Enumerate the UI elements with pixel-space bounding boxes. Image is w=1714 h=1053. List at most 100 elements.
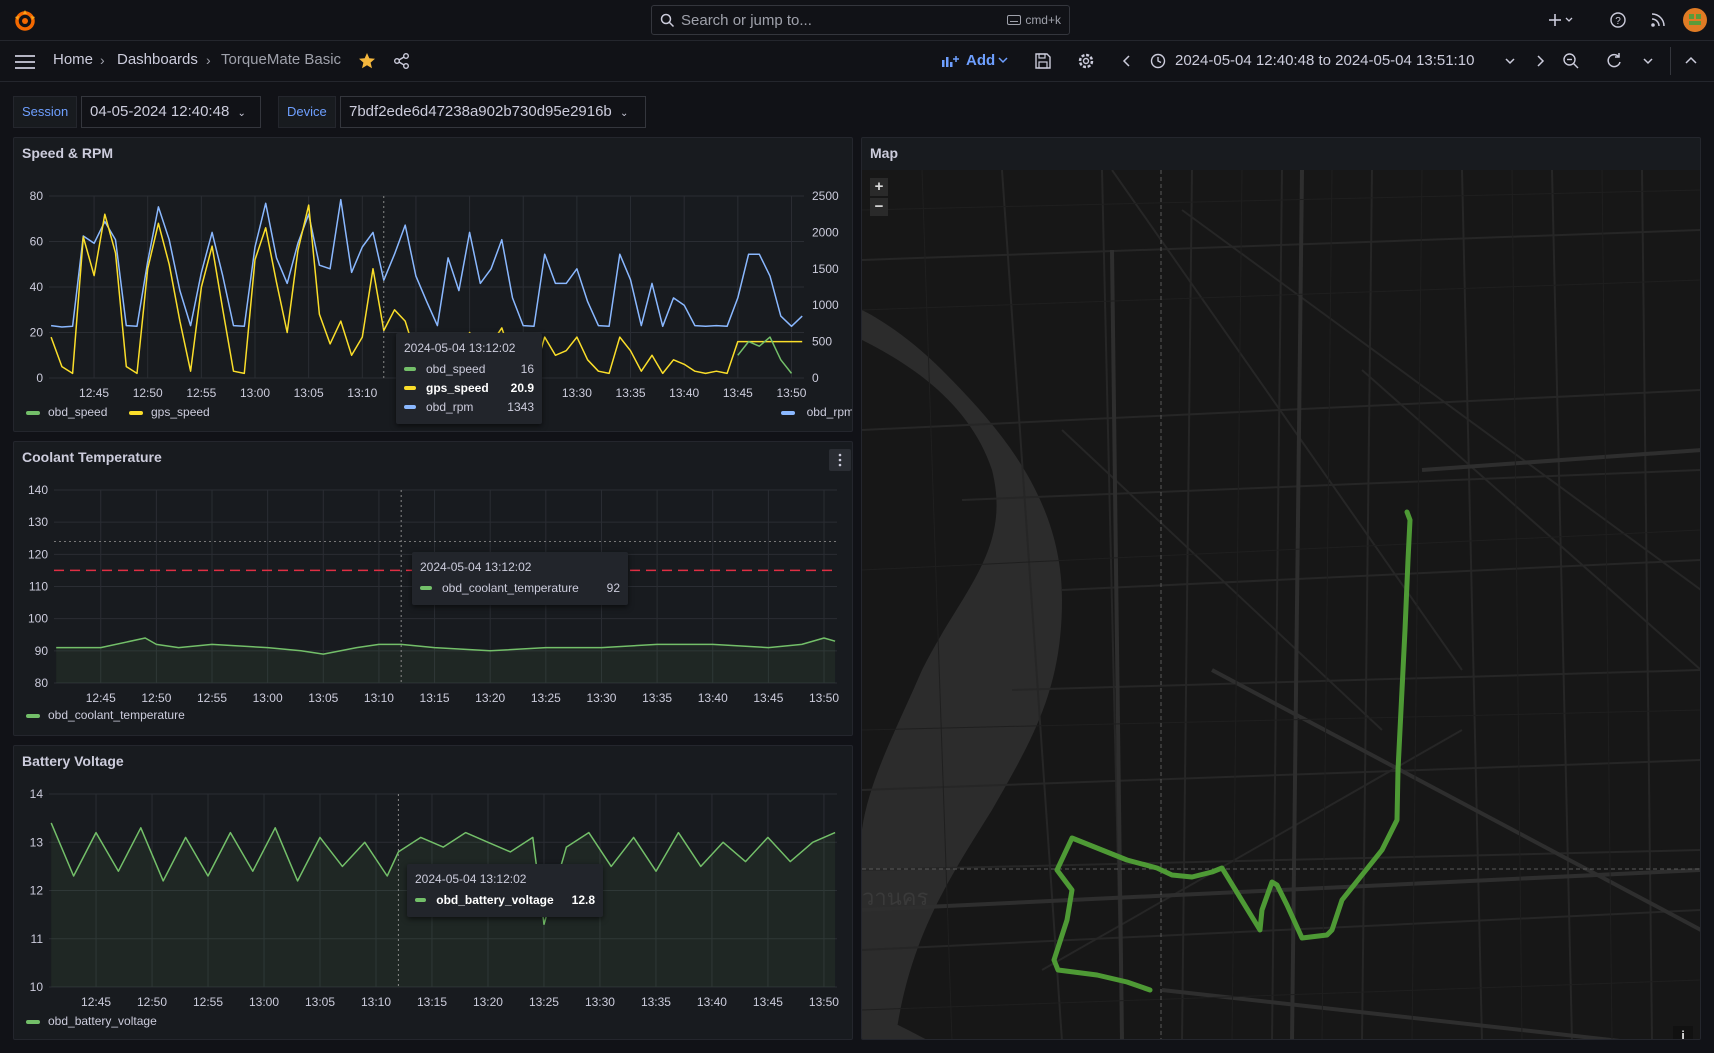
device-variable-label: Device	[278, 96, 336, 128]
x-tick-label: 13:50	[809, 691, 839, 705]
legend-swatch	[129, 411, 143, 415]
refresh-icon[interactable]	[1605, 52, 1623, 70]
chevron-down-icon[interactable]	[1643, 57, 1653, 65]
save-icon[interactable]	[1034, 52, 1052, 70]
y-tick-label: 100	[28, 612, 48, 626]
x-tick-label: 12:50	[133, 386, 163, 400]
map-zoom-out-button[interactable]: −	[870, 198, 888, 216]
y-tick-label: 140	[28, 483, 48, 497]
legend-label-gps_speed: gps_speed	[151, 405, 210, 419]
battery-voltage-panel[interactable]: Battery Voltage 10 11 12 13 14 12:45 12:50 12:5…	[13, 745, 853, 1040]
x-tick-label: 13:20	[473, 995, 503, 1009]
x-tick-label: 13:05	[308, 691, 338, 705]
news-rss-icon[interactable]	[1648, 10, 1668, 30]
map-panel[interactable]: Map วานคร + − i	[861, 137, 1701, 1040]
search-input[interactable]: Search or jump to... cmd+k	[651, 5, 1070, 35]
y2-tick-label: 2000	[812, 225, 839, 239]
tooltip-row: obd_coolant_temperature 92	[420, 578, 620, 597]
map-canvas[interactable]: วานคร + − i	[862, 170, 1700, 1039]
y-tick-label: 90	[35, 644, 49, 658]
x-tick-label: 13:10	[361, 995, 391, 1009]
breadcrumb-separator-icon: ›	[100, 52, 105, 68]
svg-text:?: ?	[1615, 16, 1621, 27]
legend-label-obd_battery_voltage: obd_battery_voltage	[48, 1014, 157, 1028]
breadcrumb-home[interactable]: Home	[53, 51, 93, 68]
y-tick-label: 110	[29, 580, 48, 594]
y-tick-label: 130	[28, 515, 48, 529]
tooltip-value: 16	[520, 361, 534, 376]
speed-rpm-panel[interactable]: Speed & RPM 0 20 40 60 80 0 500 1000 1500 2000 250…	[13, 137, 853, 432]
x-tick-label: 13:50	[809, 995, 839, 1009]
legend-swatch	[26, 714, 40, 718]
x-tick-label: 13:45	[753, 691, 783, 705]
x-tick-label: 13:30	[562, 386, 592, 400]
y-tick-label: 10	[30, 980, 44, 994]
chevron-down-icon: ⌄	[237, 108, 246, 119]
x-tick-label: 13:25	[529, 995, 559, 1009]
x-tick-label: 13:15	[417, 995, 447, 1009]
share-icon[interactable]	[393, 52, 411, 70]
map-zoom-in-button[interactable]: +	[870, 178, 888, 196]
legend-label-obd_coolant_temperature: obd_coolant_temperature	[48, 708, 185, 722]
x-tick-label: 13:15	[420, 691, 450, 705]
time-range-picker[interactable]: 2024-05-04 12:40:48 to 2024-05-04 13:51:…	[1175, 52, 1474, 69]
time-shift-back-icon[interactable]	[1122, 55, 1132, 67]
x-tick-label: 13:35	[641, 995, 671, 1009]
y2-tick-label: 0	[812, 371, 819, 385]
add-button[interactable]: Add	[966, 52, 995, 69]
tooltip-value: 92	[606, 580, 620, 595]
session-variable-select[interactable]: 04-05-2024 12:40:48 ⌄	[81, 96, 261, 128]
star-icon[interactable]	[358, 52, 376, 70]
coolant-temperature-panel[interactable]: Coolant Temperature 80 90 100 110 120 130 140 1…	[13, 441, 853, 736]
tooltip-time: 2024-05-04 13:12:02	[415, 872, 527, 886]
gps-route-line	[1051, 509, 1413, 993]
x-tick-label: 13:10	[364, 691, 394, 705]
tooltip-series-name: gps_speed	[426, 380, 489, 395]
session-variable-label: Session	[13, 96, 78, 128]
chevron-up-icon[interactable]	[1685, 56, 1697, 64]
chevron-down-icon[interactable]	[1505, 57, 1515, 65]
x-tick-label: 13:00	[249, 995, 279, 1009]
x-tick-label: 12:55	[197, 691, 227, 705]
settings-gear-icon[interactable]	[1077, 52, 1095, 70]
help-icon[interactable]: ?	[1608, 10, 1628, 30]
tooltip-swatch	[404, 385, 416, 390]
y-tick-label: 20	[30, 326, 44, 340]
clock-icon	[1150, 53, 1166, 69]
tooltip-series-name: obd_battery_voltage	[436, 892, 554, 907]
legend-swatch	[781, 411, 795, 415]
device-variable-value: 7bdf2ede6d47238a902b730d95e2916b	[349, 103, 612, 120]
legend-swatch	[26, 1020, 40, 1024]
x-tick-label: 13:50	[776, 386, 806, 400]
chevron-down-icon[interactable]	[998, 56, 1008, 64]
tooltip-value: 20.9	[510, 380, 534, 395]
x-tick-label: 13:30	[585, 995, 615, 1009]
time-shift-forward-icon[interactable]	[1535, 55, 1545, 67]
tooltip-swatch	[415, 897, 427, 902]
zoom-out-icon[interactable]	[1562, 52, 1580, 70]
chart-tooltip: 2024-05-04 13:12:02 obd_speed 16 gps_speed 2…	[396, 333, 542, 424]
x-tick-label: 13:35	[642, 691, 672, 705]
grafana-logo-icon[interactable]	[12, 8, 38, 34]
y-tick-label: 60	[30, 235, 44, 249]
legend-label-obd_speed: obd_speed	[48, 405, 107, 419]
user-avatar[interactable]	[1683, 8, 1707, 32]
x-tick-label: 13:05	[305, 995, 335, 1009]
y-tick-label: 40	[30, 280, 44, 294]
x-tick-label: 13:00	[253, 691, 283, 705]
breadcrumb-dashboards[interactable]: Dashboards	[117, 51, 198, 68]
device-variable-select[interactable]: 7bdf2ede6d47238a902b730d95e2916b ⌄	[340, 96, 646, 128]
chart-tooltip: 2024-05-04 13:12:02 obd_coolant_temperatu…	[412, 552, 628, 605]
map-tiles: วานคร	[862, 170, 1700, 1039]
x-tick-label: 13:30	[586, 691, 616, 705]
x-tick-label: 12:55	[186, 386, 216, 400]
tooltip-swatch	[420, 585, 432, 590]
map-attribution-button[interactable]: i	[1673, 1026, 1693, 1039]
chevron-down-icon: ⌄	[619, 108, 629, 119]
y-tick-label: 80	[35, 676, 49, 690]
tooltip-series-name: obd_speed	[426, 361, 486, 376]
menu-icon[interactable]	[15, 54, 35, 70]
series-line-obd_rpm	[51, 198, 803, 328]
plus-icon[interactable]	[1548, 10, 1574, 30]
x-tick-label: 13:40	[669, 386, 699, 400]
